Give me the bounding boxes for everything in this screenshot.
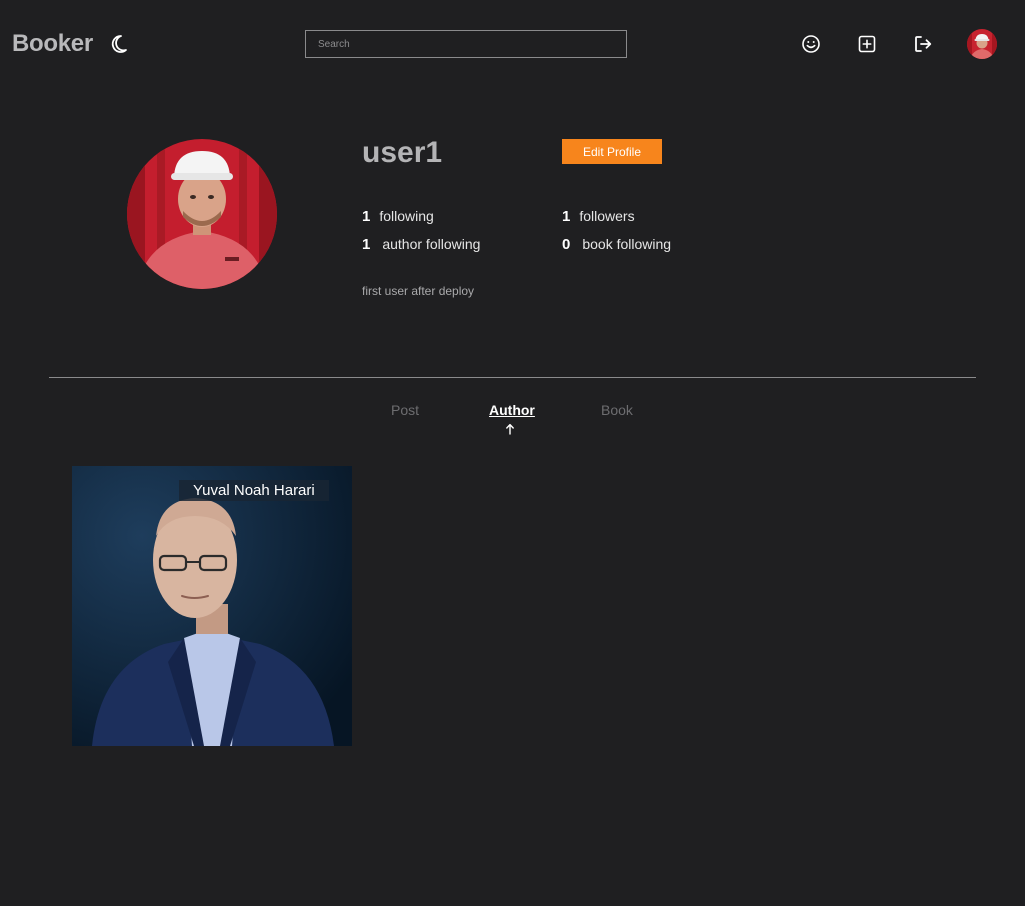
avatar[interactable] [967,29,997,59]
book-following-label: book following [582,236,672,252]
edit-profile-button[interactable]: Edit Profile [562,139,662,164]
author-following-label: author following [382,236,481,252]
stat-book-following[interactable]: 0 book following [562,236,671,253]
brand-logo[interactable]: Booker [12,30,93,58]
arrow-up-icon[interactable] [505,423,515,435]
moon-icon[interactable] [110,34,128,54]
section-divider [49,377,976,378]
search-input[interactable] [305,30,627,58]
smile-icon[interactable] [801,34,821,54]
author-name: Yuval Noah Harari [179,480,329,501]
profile-avatar [127,139,277,289]
stat-followers[interactable]: 1 followers [562,208,635,225]
logout-icon[interactable] [913,34,933,54]
author-photo [72,466,352,746]
author-card[interactable]: Yuval Noah Harari [72,466,352,746]
author-following-count: 1 [362,236,371,253]
plus-square-icon[interactable] [857,34,877,54]
username: user1 [362,136,443,169]
tab-post[interactable]: Post [391,402,419,418]
following-count: 1 [362,208,371,225]
stat-author-following[interactable]: 1 author following [362,236,480,253]
profile-bio: first user after deploy [362,284,475,298]
followers-label: followers [579,208,635,224]
following-label: following [379,208,434,224]
stat-following[interactable]: 1 following [362,208,434,225]
profile-page: Booker Search user1 Edit Profile 1 follo… [0,0,1025,906]
book-following-count: 0 [562,236,571,253]
tab-book[interactable]: Book [601,402,633,418]
tab-author[interactable]: Author [489,402,535,418]
followers-count: 1 [562,208,571,225]
